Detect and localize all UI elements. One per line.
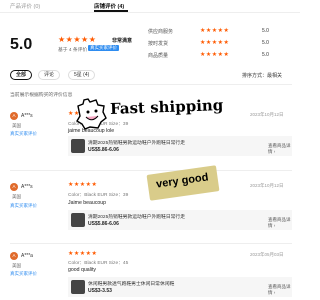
smiley-sticker-icon — [76, 98, 107, 130]
product-card[interactable]: 休闲鞋男款透气跑鞋男士休闲日常休闲鞋 US$3-3.53 查看商品详情 › — [68, 277, 292, 297]
verified-tag: 真实买家评价 — [10, 203, 37, 208]
product-title: 清期2025热销鞋男款运动鞋户外跑鞋日常行走 — [88, 141, 186, 146]
product-thumbnail — [71, 280, 85, 294]
tab-product-reviews[interactable]: 产品评价 (0) — [10, 2, 40, 10]
rating-word: 非常满意 — [112, 38, 133, 44]
avatar: A — [10, 252, 18, 260]
reviewer-country: 美国 — [12, 123, 21, 128]
review-date: 2023年10月12日 — [250, 112, 284, 117]
product-price: US$5.86-6.06 — [88, 147, 119, 153]
metric-value-shipping: 5.0 — [262, 40, 269, 46]
metric-value-quality: 5.0 — [262, 52, 269, 58]
product-card[interactable]: 清期2025热销鞋男款运动鞋户外跑鞋日常行走 US$5.86-6.06 查看商品… — [68, 210, 292, 230]
sort-dropdown[interactable]: 排序方式：最相关 — [242, 72, 282, 79]
overall-score: 5.0 — [10, 36, 33, 53]
filter-all[interactable]: 全部 — [10, 70, 33, 80]
reviewer-country: 美国 — [12, 194, 21, 199]
product-title: 休闲鞋男款透气跑鞋男士休闲日常休闲鞋 — [88, 282, 175, 287]
metric-label-quality: 商品质量 — [148, 53, 169, 59]
product-title: 清期2025热销鞋男款运动鞋户外跑鞋日常行走 — [88, 215, 186, 220]
product-card[interactable]: 清期2025热销鞋男款运动鞋户外跑鞋日常行走 US$5.86-6.06 查看商品… — [68, 136, 292, 156]
review-count-text: 基于 4 条评价 — [58, 48, 88, 53]
review-notice: 当前展示根据购买的评价信息 — [10, 93, 73, 98]
avatar: A — [10, 183, 18, 191]
tab-store-reviews[interactable]: 店铺评价 (4) — [94, 2, 124, 10]
view-product-link[interactable]: 查看商品详情 › — [268, 284, 292, 296]
reviewer-country: 美国 — [12, 263, 21, 268]
product-price: US$5.86-6.06 — [88, 221, 119, 227]
review-stars: ★★★★★ — [68, 182, 98, 188]
metric-label-shipping: 按时发货 — [148, 41, 169, 47]
filters-divider — [10, 84, 292, 85]
review-text: good quality — [68, 267, 96, 273]
review-divider — [10, 243, 292, 244]
fast-shipping-sticker: Fast shipping — [109, 96, 224, 118]
view-product-link[interactable]: 查看商品详情 › — [268, 217, 292, 229]
tabs-divider — [0, 12, 300, 13]
verified-buyer-badge: 真实买家评价 — [88, 45, 119, 51]
review-date: 2023年10月12日 — [250, 183, 284, 188]
verified-tag: 真实买家评价 — [10, 271, 37, 276]
review-text: Jaime beaucoup — [68, 200, 107, 206]
reviewer-name: A***s — [21, 113, 33, 119]
metric-label-service: 供应商服务 — [148, 29, 174, 35]
metric-value-service: 5.0 — [262, 28, 269, 34]
review-date: 2023年05月03日 — [250, 252, 284, 257]
view-product-link[interactable]: 查看商品详情 › — [268, 143, 292, 155]
review-meta: Color：Black EUR Size：45 — [68, 261, 129, 266]
metric-stars-quality: ★★★★★ — [200, 52, 230, 58]
avatar: A — [10, 112, 18, 120]
verified-tag: 真实买家评价 — [10, 131, 37, 136]
metric-stars-service: ★★★★★ — [200, 28, 230, 34]
reviewer-name: A***a — [21, 253, 33, 259]
review-stars: ★★★★★ — [68, 251, 98, 257]
review-divider — [10, 170, 292, 171]
reviewer-name: A***s — [21, 184, 33, 190]
product-thumbnail — [71, 139, 85, 153]
metric-stars-shipping: ★★★★★ — [200, 40, 230, 46]
filter-comments[interactable]: 评论 — [38, 70, 61, 80]
product-thumbnail — [71, 213, 85, 227]
review-meta: Color：Black EUR Size：39 — [68, 193, 129, 198]
product-price: US$3-3.53 — [88, 288, 112, 294]
overall-stars: ★★★★★ — [58, 35, 97, 44]
filter-5-star[interactable]: 5星 (4) — [68, 70, 96, 80]
